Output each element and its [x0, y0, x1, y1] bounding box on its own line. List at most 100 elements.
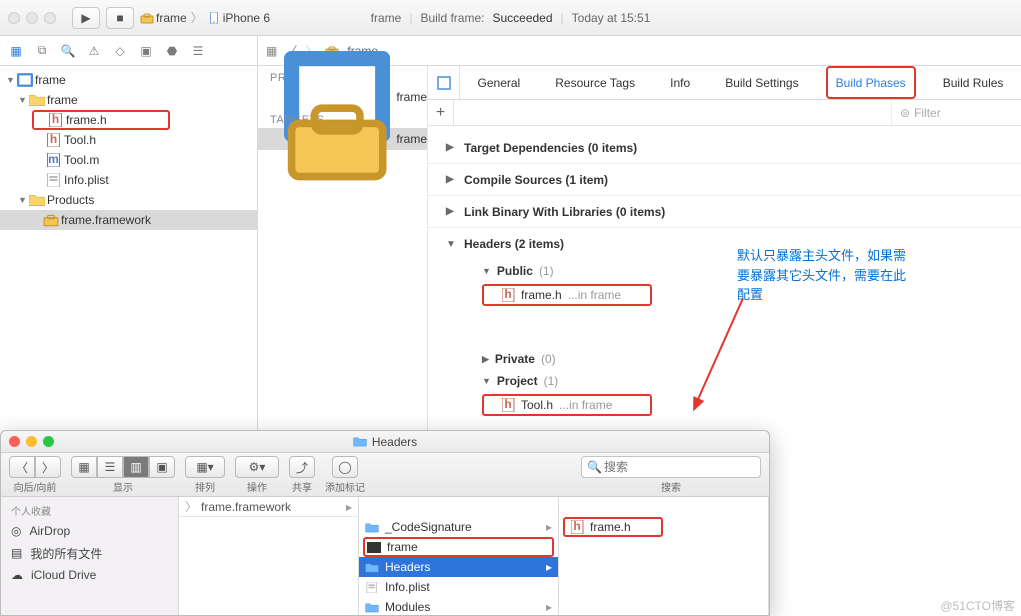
- test-navigator-icon[interactable]: ◇: [112, 43, 128, 59]
- issue-navigator-icon[interactable]: ⚠: [86, 43, 102, 59]
- forward-button[interactable]: 〉: [35, 456, 61, 478]
- headers-project-file[interactable]: Tool.h...in frame: [482, 394, 652, 416]
- symbol-navigator-icon[interactable]: ⧉: [34, 43, 50, 59]
- nav-file-frame-h[interactable]: frame.h: [32, 110, 170, 130]
- destination-name: iPhone 6: [223, 11, 270, 25]
- file-row-frame[interactable]: frame: [363, 537, 554, 557]
- sidebar-item-icloud[interactable]: ☁iCloud Drive: [1, 564, 178, 586]
- find-navigator-icon[interactable]: 🔍: [60, 43, 76, 59]
- column-view-button[interactable]: ▥: [123, 456, 149, 478]
- arrange-label: 排列: [195, 479, 215, 494]
- nav-file-label: frame.framework: [61, 213, 151, 227]
- filter-field[interactable]: ⊜Filter: [891, 100, 1011, 125]
- stop-button[interactable]: ■: [106, 7, 134, 29]
- headers-private[interactable]: ▶Private(0): [482, 348, 1021, 370]
- zoom-icon[interactable]: [43, 436, 54, 447]
- file-row-modules[interactable]: Modules▸: [359, 597, 558, 615]
- nav-file-tool-h[interactable]: Tool.h: [0, 130, 257, 150]
- toolbox-icon: [43, 213, 59, 227]
- icon-view-button[interactable]: ▦: [71, 456, 97, 478]
- file-row-infoplist[interactable]: Info.plist: [359, 577, 558, 597]
- file-row-headers[interactable]: Headers▸: [359, 557, 558, 577]
- status-build-result: Succeeded: [492, 11, 552, 25]
- nav-buttons: 〈〉 向后/向前: [9, 456, 61, 494]
- back-button[interactable]: 〈: [9, 456, 35, 478]
- scheme-name: frame: [156, 11, 187, 25]
- zoom-window-icon[interactable]: [44, 12, 56, 24]
- arrange-button[interactable]: ▦▾: [185, 456, 225, 478]
- tab-build-phases[interactable]: Build Phases: [826, 66, 916, 99]
- tab-build-settings[interactable]: Build Settings: [717, 66, 806, 99]
- phase-toolbar: + ⊜Filter: [428, 100, 1021, 126]
- scheme-selector[interactable]: frame 〉 iPhone 6: [140, 9, 270, 26]
- nav-product-framework[interactable]: ▶frame.framework: [0, 210, 257, 230]
- run-button[interactable]: ▶: [72, 7, 100, 29]
- status-build-label: Build frame:: [420, 11, 484, 25]
- action-button[interactable]: ⚙▾: [235, 456, 279, 478]
- toolbox-icon: [284, 93, 390, 184]
- nav-group-products[interactable]: ▼Products: [0, 190, 257, 210]
- h-file-icon: [502, 288, 515, 302]
- nav-root[interactable]: ▼frame: [0, 70, 257, 90]
- file-name: Modules: [385, 600, 430, 614]
- share-button[interactable]: ⤴: [289, 456, 315, 478]
- exec-icon: [367, 542, 381, 553]
- headers-public-file[interactable]: frame.h...in frame: [482, 284, 652, 306]
- action-label: 操作: [247, 479, 267, 494]
- phase-headers[interactable]: ▼Headers (2 items): [428, 228, 1021, 260]
- phase-label: Link Binary With Libraries (0 items): [464, 205, 665, 219]
- h-file-icon: [502, 398, 515, 412]
- nav-file-tool-m[interactable]: Tool.m: [0, 150, 257, 170]
- close-icon[interactable]: [9, 436, 20, 447]
- nav-file-label: Tool.m: [64, 153, 99, 167]
- report-navigator-icon[interactable]: ☰: [190, 43, 206, 59]
- phase-compile-sources[interactable]: ▶Compile Sources (1 item): [428, 164, 1021, 196]
- related-items-icon[interactable]: ▦: [266, 44, 277, 58]
- finder-columns: 个人收藏 ◎AirDrop ▤我的所有文件 ☁iCloud Drive 〉fra…: [1, 497, 769, 615]
- coverflow-view-button[interactable]: ▣: [149, 456, 175, 478]
- search-input[interactable]: [581, 456, 761, 478]
- project-editor-icon[interactable]: [428, 66, 460, 99]
- target-row[interactable]: frame: [258, 128, 427, 150]
- status-project: frame: [371, 11, 402, 25]
- minimize-icon[interactable]: [26, 436, 37, 447]
- folder-icon: [29, 193, 45, 207]
- add-phase-button[interactable]: +: [428, 100, 454, 125]
- project-navigator-icon[interactable]: ▦: [8, 43, 24, 59]
- tags-button[interactable]: ◯: [332, 456, 358, 478]
- finder-traffic-lights: [9, 436, 54, 447]
- tab-general[interactable]: General: [470, 66, 529, 99]
- finder-title: Headers: [353, 435, 417, 449]
- folder-icon: [365, 602, 379, 613]
- h-file-icon: [571, 520, 584, 534]
- filter-icon: ⊜: [900, 106, 910, 120]
- cloud-icon: ☁: [11, 568, 23, 582]
- folder-icon: [365, 522, 379, 533]
- phase-target-dependencies[interactable]: ▶Target Dependencies (0 items): [428, 132, 1021, 164]
- file-row-frame-h[interactable]: frame.h: [563, 517, 663, 537]
- close-window-icon[interactable]: [8, 12, 20, 24]
- nav-file-info-plist[interactable]: Info.plist: [0, 170, 257, 190]
- finder-column-2: x _CodeSignature▸ frame Headers▸ Info.pl…: [359, 497, 559, 615]
- sidebar-item-allfiles[interactable]: ▤我的所有文件: [1, 542, 178, 564]
- tab-info[interactable]: Info: [662, 66, 698, 99]
- finder-titlebar[interactable]: Headers: [1, 431, 769, 453]
- editor-tabs: General Resource Tags Info Build Setting…: [428, 66, 1021, 100]
- debug-navigator-icon[interactable]: ▣: [138, 43, 154, 59]
- file-name: frame.h: [590, 520, 631, 534]
- list-view-button[interactable]: ☰: [97, 456, 123, 478]
- headers-project[interactable]: ▼Project(1): [482, 370, 1021, 392]
- file-name: Info.plist: [385, 580, 430, 594]
- phone-icon: [207, 12, 221, 24]
- project-icon: [17, 73, 33, 87]
- tab-build-rules[interactable]: Build Rules: [935, 66, 1012, 99]
- minimize-window-icon[interactable]: [26, 12, 38, 24]
- breakpoint-navigator-icon[interactable]: ⬣: [164, 43, 180, 59]
- tab-resource-tags[interactable]: Resource Tags: [547, 66, 643, 99]
- search-group: 🔍 搜索: [581, 456, 761, 494]
- phase-link-binary[interactable]: ▶Link Binary With Libraries (0 items): [428, 196, 1021, 228]
- nav-group-frame[interactable]: ▼frame: [0, 90, 257, 110]
- sidebar-item-airdrop[interactable]: ◎AirDrop: [1, 520, 178, 542]
- file-row-codesig[interactable]: _CodeSignature▸: [359, 517, 558, 537]
- path-bar[interactable]: 〉frame.framework▸: [179, 497, 358, 517]
